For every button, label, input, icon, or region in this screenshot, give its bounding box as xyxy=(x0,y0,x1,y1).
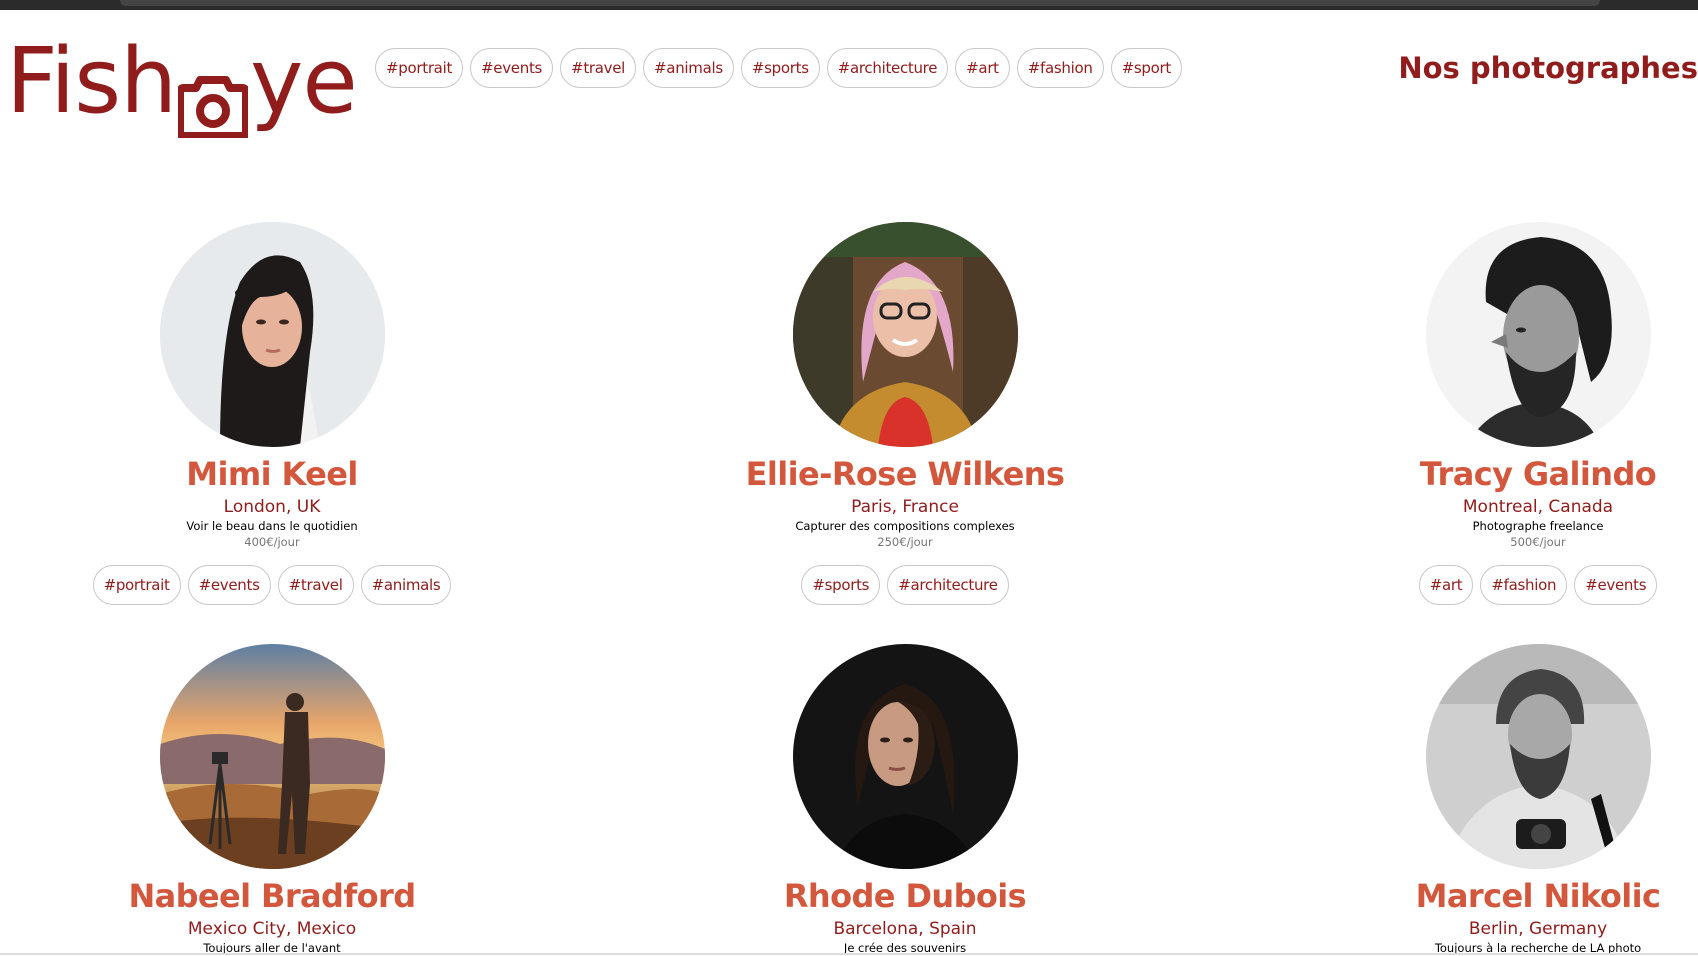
nav-tag-architecture[interactable]: #architecture xyxy=(826,48,949,88)
photographer-location: Berlin, Germany xyxy=(1468,919,1608,939)
card-tag-sports[interactable]: #sports xyxy=(801,565,881,605)
photographers-grid: Mimi Keel London, UK Voir le beau dans l… xyxy=(0,220,1698,955)
card-tag-animals[interactable]: #animals xyxy=(360,565,452,605)
photographer-name: Marcel Nikolic xyxy=(1415,877,1661,915)
logo-text-after: ye xyxy=(250,29,358,134)
photographer-link[interactable]: Ellie-Rose Wilkens xyxy=(655,222,1155,494)
card-tag-architecture[interactable]: #architecture xyxy=(887,565,1009,605)
photographer-location: Mexico City, Mexico xyxy=(187,919,357,939)
browser-strip-inner xyxy=(120,0,1600,6)
avatar-photo xyxy=(792,644,1018,869)
photographer-tagline: Voir le beau dans le quotidien xyxy=(186,519,358,533)
photographer-link[interactable]: Rhode Dubois xyxy=(655,644,1155,916)
photographer-name: Ellie-Rose Wilkens xyxy=(745,455,1065,493)
page-title: Nos photographes xyxy=(1398,51,1698,85)
logo-text-before: Fish xyxy=(6,29,177,134)
photographer-tags: #art #fashion #events xyxy=(1288,565,1698,605)
nav-tag-travel[interactable]: #travel xyxy=(560,48,637,88)
avatar-photo xyxy=(159,644,385,869)
photographer-link[interactable]: Tracy Galindo xyxy=(1288,222,1698,494)
card-tag-travel[interactable]: #travel xyxy=(277,565,354,605)
card-tag-events[interactable]: #events xyxy=(187,565,271,605)
browser-strip xyxy=(0,0,1698,10)
nav-tag-sport[interactable]: #sport xyxy=(1110,48,1182,88)
card-tag-art[interactable]: #art xyxy=(1418,565,1474,605)
photographer-link[interactable]: Mimi Keel xyxy=(22,222,522,494)
camera-icon xyxy=(176,55,251,140)
nav-tag-art[interactable]: #art xyxy=(955,48,1010,88)
card-tag-events[interactable]: #events xyxy=(1574,565,1658,605)
photographer-tagline: Capturer des compositions complexes xyxy=(795,519,1015,533)
fisheye-logo[interactable]: Fish ye xyxy=(6,27,358,140)
photographer-location: Paris, France xyxy=(851,497,959,517)
card-tag-fashion[interactable]: #fashion xyxy=(1480,565,1568,605)
photographer-tagline: Photographe freelance xyxy=(1472,519,1604,533)
photographer-card: Mimi Keel London, UK Voir le beau dans l… xyxy=(22,222,522,605)
nav-tag-animals[interactable]: #animals xyxy=(643,48,734,88)
photographer-name: Mimi Keel xyxy=(186,455,358,493)
avatar-photo xyxy=(792,222,1018,447)
site-header: Fish ye #portrait #events #travel #anima… xyxy=(0,11,1698,140)
photographer-tags: #portrait #events #travel #animals xyxy=(22,565,522,605)
photographer-card: Ellie-Rose Wilkens Paris, France Capture… xyxy=(655,222,1155,605)
photographer-name: Tracy Galindo xyxy=(1419,455,1657,493)
avatar-photo xyxy=(1425,644,1651,869)
photographer-name: Nabeel Bradford xyxy=(128,877,416,915)
photographer-card: Marcel Nikolic Berlin, Germany Toujours … xyxy=(1288,644,1698,956)
card-tag-portrait[interactable]: #portrait xyxy=(92,565,181,605)
nav-tag-sports[interactable]: #sports xyxy=(740,48,820,88)
browser-chrome xyxy=(0,0,1698,11)
photographer-name: Rhode Dubois xyxy=(783,877,1027,915)
photographer-location: Barcelona, Spain xyxy=(833,919,977,939)
photographer-card: Rhode Dubois Barcelona, Spain Je crée de… xyxy=(655,644,1155,956)
tag-filter-nav: #portrait #events #travel #animals #spor… xyxy=(375,48,1182,88)
photographer-location: London, UK xyxy=(223,497,321,517)
photographer-link[interactable]: Marcel Nikolic xyxy=(1288,644,1698,916)
nav-tag-events[interactable]: #events xyxy=(470,48,554,88)
photographer-card: Nabeel Bradford Mexico City, Mexico Touj… xyxy=(22,644,522,956)
photographer-price: 250€/jour xyxy=(877,535,933,549)
nav-tag-fashion[interactable]: #fashion xyxy=(1016,48,1104,88)
avatar-photo xyxy=(1425,222,1651,447)
nav-tag-portrait[interactable]: #portrait xyxy=(375,48,464,88)
photographer-price: 400€/jour xyxy=(244,535,300,549)
photographer-link[interactable]: Nabeel Bradford xyxy=(22,644,522,916)
photographer-card: Tracy Galindo Montreal, Canada Photograp… xyxy=(1288,222,1698,605)
photographer-location: Montreal, Canada xyxy=(1462,497,1614,517)
avatar-photo xyxy=(159,222,385,447)
photographer-price: 500€/jour xyxy=(1510,535,1566,549)
photographer-tags: #sports #architecture xyxy=(655,565,1155,605)
